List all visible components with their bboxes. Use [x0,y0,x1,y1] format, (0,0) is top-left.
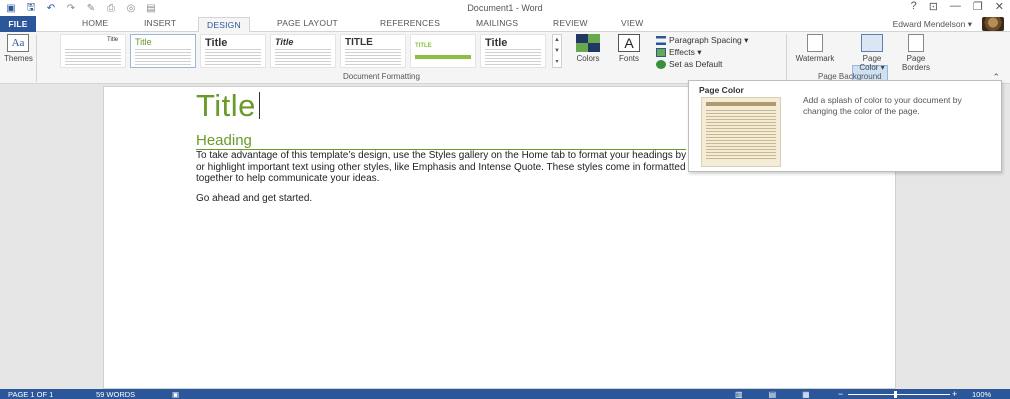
text-cursor [259,92,260,119]
page-color-tooltip: Page Color Add a splash of color to your… [688,80,1002,172]
themes-icon: Aa [7,34,29,52]
page-color-icon [861,34,883,52]
proofing-icon[interactable]: ▣ [172,390,179,399]
ribbon-tabs: FILE HOME INSERT DESIGN PAGE LAYOUT REFE… [0,16,1010,33]
style-set-item[interactable]: Title [200,34,266,68]
style-set-gallery: Title Title Title Title TITLE TITLE Titl… [60,34,552,70]
window-title: Document1 - Word [467,3,543,13]
watermark-label: Watermark [795,54,835,63]
group-label-document-formatting: Document Formatting [343,72,420,81]
page-color-button[interactable]: Page Color ▾ [852,34,892,72]
document-body-2[interactable]: Go ahead and get started. [196,193,312,204]
tooltip-preview-image [701,97,781,167]
checkmark-icon [656,59,666,69]
page-borders-button[interactable]: Page Borders [896,34,936,72]
tab-insert[interactable]: INSERT [144,18,176,32]
window-controls: ? ⊡ — ❐ ✕ [911,0,1004,13]
page-count[interactable]: PAGE 1 OF 1 [8,390,53,399]
tooltip-description: Add a splash of color to your document b… [803,95,962,116]
minimize-icon[interactable]: — [950,0,961,13]
read-mode-icon[interactable]: ▥ [735,390,743,399]
tab-home[interactable]: HOME [82,18,108,32]
themes-label: Themes [4,54,33,63]
close-icon[interactable]: ✕ [995,0,1004,13]
style-preview [205,49,261,67]
tooltip-title: Page Color [699,85,744,95]
tab-mailings[interactable]: MAILINGS [476,18,518,32]
document-title[interactable]: Title [196,88,256,124]
watermark-icon [807,34,823,52]
word-count[interactable]: 59 WORDS [96,390,135,399]
tab-view[interactable]: VIEW [621,18,644,32]
title-bar: ▣ 🖫 ↶ ↷ ✎ ⎙ ◎ ▤ Document1 - Word ? ⊡ — ❐… [0,0,1010,16]
zoom-level[interactable]: 100% [972,390,991,399]
colors-icon [576,34,600,52]
watermark-button[interactable]: Watermark [792,34,838,63]
style-preview [275,49,331,67]
zoom-slider-thumb[interactable] [894,391,897,398]
fonts-icon: A [618,34,640,52]
restore-icon[interactable]: ❐ [973,0,983,13]
paragraph-spacing-icon [656,36,666,45]
effects-icon [656,48,666,57]
tab-review[interactable]: REVIEW [553,18,588,32]
style-set-item[interactable]: Title [60,34,126,68]
style-preview [345,49,401,67]
themes-button[interactable]: Aa Themes [4,34,33,63]
tab-design[interactable]: DESIGN [198,17,250,33]
style-set-item[interactable]: Title [270,34,336,68]
tab-references[interactable]: REFERENCES [380,18,440,32]
zoom-slider[interactable] [848,394,950,395]
print-layout-icon[interactable]: ▤ [769,390,777,399]
user-name[interactable]: Edward Mendelson ▾ [893,19,972,30]
divider [786,34,787,82]
set-as-default-button[interactable]: Set as Default [656,59,722,69]
zoom-out-icon[interactable]: − [838,389,843,399]
page-color-label: Page Color ▾ [859,54,885,72]
style-preview [415,55,471,59]
style-preview [485,49,541,67]
page-borders-label: Page Borders [901,54,930,72]
divider [36,34,37,82]
style-preview [135,49,191,67]
ribbon-display-icon[interactable]: ⊡ [929,0,938,13]
tab-page-layout[interactable]: PAGE LAYOUT [277,18,338,32]
gallery-scroll[interactable]: ▲ ▼ ▾ [552,34,562,68]
fonts-button[interactable]: A Fonts [612,34,646,63]
style-set-item[interactable]: TITLE [340,34,406,68]
help-icon[interactable]: ? [911,0,917,13]
effects-button[interactable]: Effects ▾ [656,47,701,58]
document-heading[interactable]: Heading [196,132,252,149]
fonts-label: Fonts [618,54,639,63]
ribbon-design: Aa Themes Title Title Title Title TITLE … [0,32,1010,103]
web-layout-icon[interactable]: ▦ [802,390,810,399]
status-bar: PAGE 1 OF 1 59 WORDS ▣ ▥ ▤ ▦ − + 100% [0,389,1010,399]
tab-file[interactable]: FILE [0,16,36,32]
style-preview [65,49,121,67]
colors-label: Colors [576,54,600,63]
style-set-item[interactable]: Title [130,34,196,68]
paragraph-spacing-button[interactable]: Paragraph Spacing ▾ [656,35,748,46]
zoom-in-icon[interactable]: + [952,389,957,399]
style-set-item[interactable]: Title [480,34,546,68]
view-buttons: ▥ ▤ ▦ [735,390,810,399]
page-borders-icon [908,34,924,52]
colors-button[interactable]: Colors [570,34,606,63]
style-set-item[interactable]: TITLE [410,34,476,68]
avatar[interactable] [982,17,1004,31]
